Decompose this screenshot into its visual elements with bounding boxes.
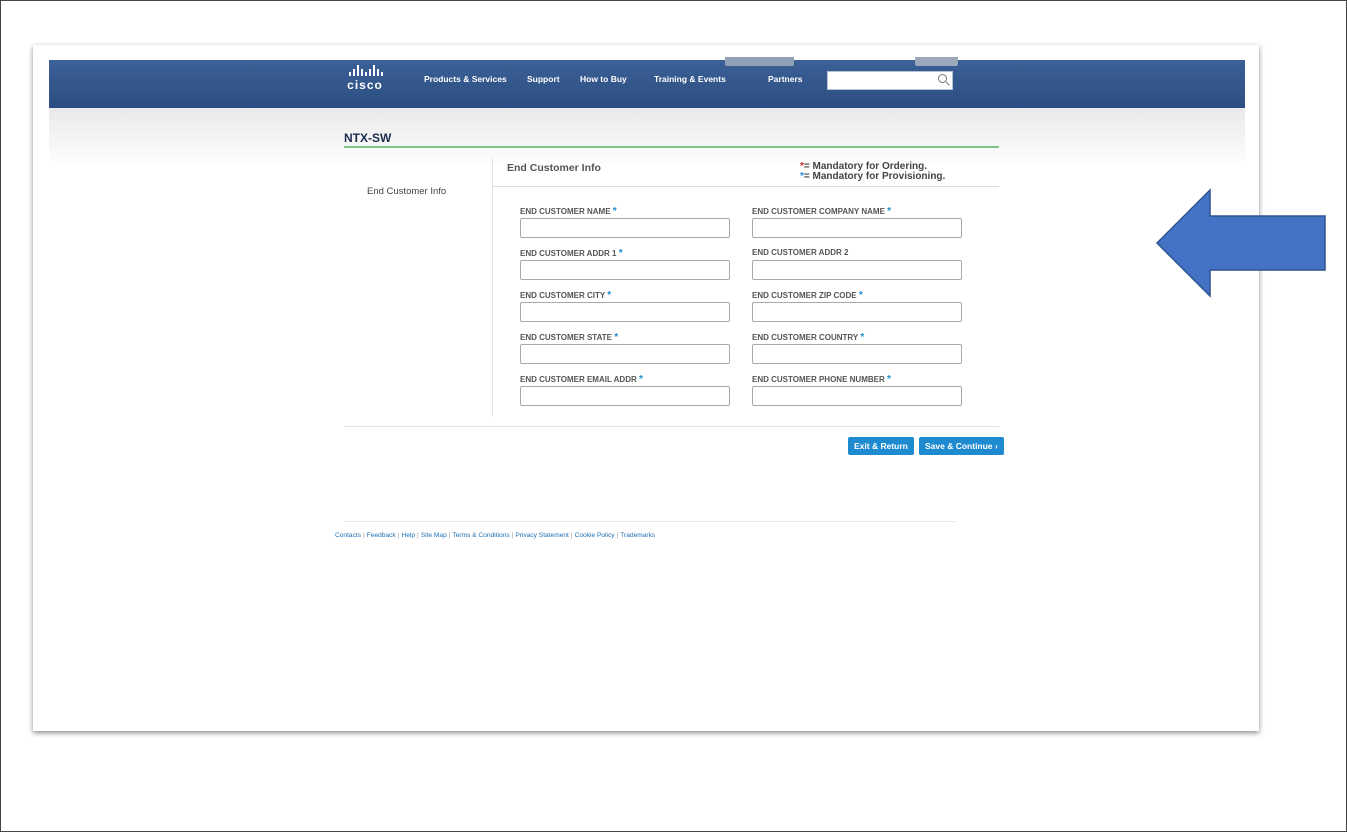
search-icon[interactable]: [938, 74, 947, 83]
end-customer-phone-number-label-text: END CUSTOMER PHONE NUMBER: [752, 375, 885, 384]
footer-link-privacy-statement[interactable]: Privacy Statement: [515, 532, 569, 539]
required-star: *: [886, 374, 891, 385]
footer-link-cookie-policy[interactable]: Cookie Policy: [575, 532, 615, 539]
end-customer-city-label: END CUSTOMER CITY *: [520, 290, 611, 301]
footer-link-terms-conditions[interactable]: Terms & Conditions: [452, 532, 509, 539]
end-customer-addr-2-input[interactable]: [752, 260, 962, 280]
end-customer-state-label-text: END CUSTOMER STATE: [520, 333, 613, 342]
required-star: *: [860, 332, 865, 343]
required-star: *: [858, 290, 863, 301]
form-bottom-divider: [344, 426, 999, 427]
end-customer-addr-1-label-text: END CUSTOMER ADDR 1: [520, 249, 617, 258]
left-arrow-icon: [1155, 188, 1326, 298]
required-star: *: [614, 332, 619, 343]
end-customer-country-label: END CUSTOMER COUNTRY *: [752, 332, 864, 343]
end-customer-addr-2-label: END CUSTOMER ADDR 2: [752, 248, 848, 257]
end-customer-company-name-label: END CUSTOMER COMPANY NAME *: [752, 206, 891, 217]
footer-separator: |: [397, 532, 400, 539]
title-divider: [344, 146, 999, 148]
footer-separator: |: [363, 532, 365, 539]
cisco-logo[interactable]: cisco: [347, 65, 383, 92]
footer-link-contacts[interactable]: Contacts: [335, 532, 361, 539]
required-star: *: [887, 206, 892, 217]
end-customer-zip-code-label-text: END CUSTOMER ZIP CODE: [752, 291, 857, 300]
footer-separator: |: [616, 532, 619, 539]
logo-text: cisco: [347, 78, 383, 92]
exit-return-button[interactable]: Exit & Return: [848, 437, 914, 455]
top-navigation-bar: cisco Products & Services Support How to…: [49, 57, 1245, 108]
end-customer-phone-number-input[interactable]: [752, 386, 962, 406]
end-customer-addr-1-label: END CUSTOMER ADDR 1 *: [520, 248, 623, 259]
end-customer-addr-2-label-text: END CUSTOMER ADDR 2: [752, 248, 849, 257]
footer-separator: |: [417, 532, 419, 539]
search-input[interactable]: [827, 71, 953, 90]
save-continue-button[interactable]: Save & Continue ›: [919, 437, 1004, 455]
required-star: *: [638, 374, 643, 385]
section-title: End Customer Info: [507, 162, 601, 174]
sidebar-item-end-customer-info[interactable]: End Customer Info: [367, 186, 446, 197]
required-star: *: [612, 206, 617, 217]
end-customer-name-label-text: END CUSTOMER NAME: [520, 207, 611, 216]
end-customer-state-label: END CUSTOMER STATE *: [520, 332, 618, 343]
end-customer-email-addr-label: END CUSTOMER EMAIL ADDR *: [520, 374, 643, 385]
sidebar-divider: [492, 157, 493, 417]
end-customer-name-label: END CUSTOMER NAME *: [520, 206, 617, 217]
end-customer-country-input[interactable]: [752, 344, 962, 364]
required-star: *: [618, 248, 623, 259]
end-customer-country-label-text: END CUSTOMER COUNTRY: [752, 333, 859, 342]
end-customer-email-addr-input[interactable]: [520, 386, 730, 406]
nav-training-events[interactable]: Training & Events: [654, 74, 726, 84]
end-customer-city-label-text: END CUSTOMER CITY: [520, 291, 606, 300]
end-customer-name-input[interactable]: [520, 218, 730, 238]
footer-link-feedback[interactable]: Feedback: [367, 532, 396, 539]
footer-link-trademarks[interactable]: Trademarks: [620, 532, 655, 539]
end-customer-zip-code-input[interactable]: [752, 302, 962, 322]
end-customer-city-input[interactable]: [520, 302, 730, 322]
footer-link-site-map[interactable]: Site Map: [421, 532, 447, 539]
nav-partners[interactable]: Partners: [768, 74, 803, 84]
end-customer-company-name-label-text: END CUSTOMER COMPANY NAME: [752, 207, 885, 216]
footer-separator: |: [570, 532, 573, 539]
footer-separator: |: [511, 532, 514, 539]
footer-link-help[interactable]: Help: [401, 532, 415, 539]
legend-provisioning: = Mandatory for Provisioning.: [803, 171, 946, 182]
end-customer-state-input[interactable]: [520, 344, 730, 364]
section-divider: [493, 186, 999, 187]
footer-links: Contacts | Feedback | Help | Site Map | Terms & …: [335, 532, 655, 539]
utility-bar-right: [915, 57, 959, 66]
end-customer-zip-code-label: END CUSTOMER ZIP CODE *: [752, 290, 863, 301]
header-gradient-strip: [49, 108, 1245, 168]
end-customer-phone-number-label: END CUSTOMER PHONE NUMBER *: [752, 374, 891, 385]
end-customer-email-addr-label-text: END CUSTOMER EMAIL ADDR: [520, 375, 637, 384]
page-title: NTX-SW: [344, 131, 392, 145]
utility-bar: [725, 57, 795, 66]
end-customer-addr-1-input[interactable]: [520, 260, 730, 280]
cisco-bars-icon: [349, 65, 383, 76]
required-star: *: [607, 290, 612, 301]
footer-separator: |: [448, 532, 451, 539]
nav-how-to-buy[interactable]: How to Buy: [580, 74, 627, 84]
nav-products-services[interactable]: Products & Services: [424, 74, 507, 84]
nav-support[interactable]: Support: [527, 74, 560, 84]
end-customer-company-name-input[interactable]: [752, 218, 962, 238]
mandatory-legend: *= Mandatory for Ordering. *= Mandatory …: [800, 162, 945, 182]
footer-divider: [344, 521, 956, 522]
browser-page: cisco Products & Services Support How to…: [33, 45, 1259, 731]
